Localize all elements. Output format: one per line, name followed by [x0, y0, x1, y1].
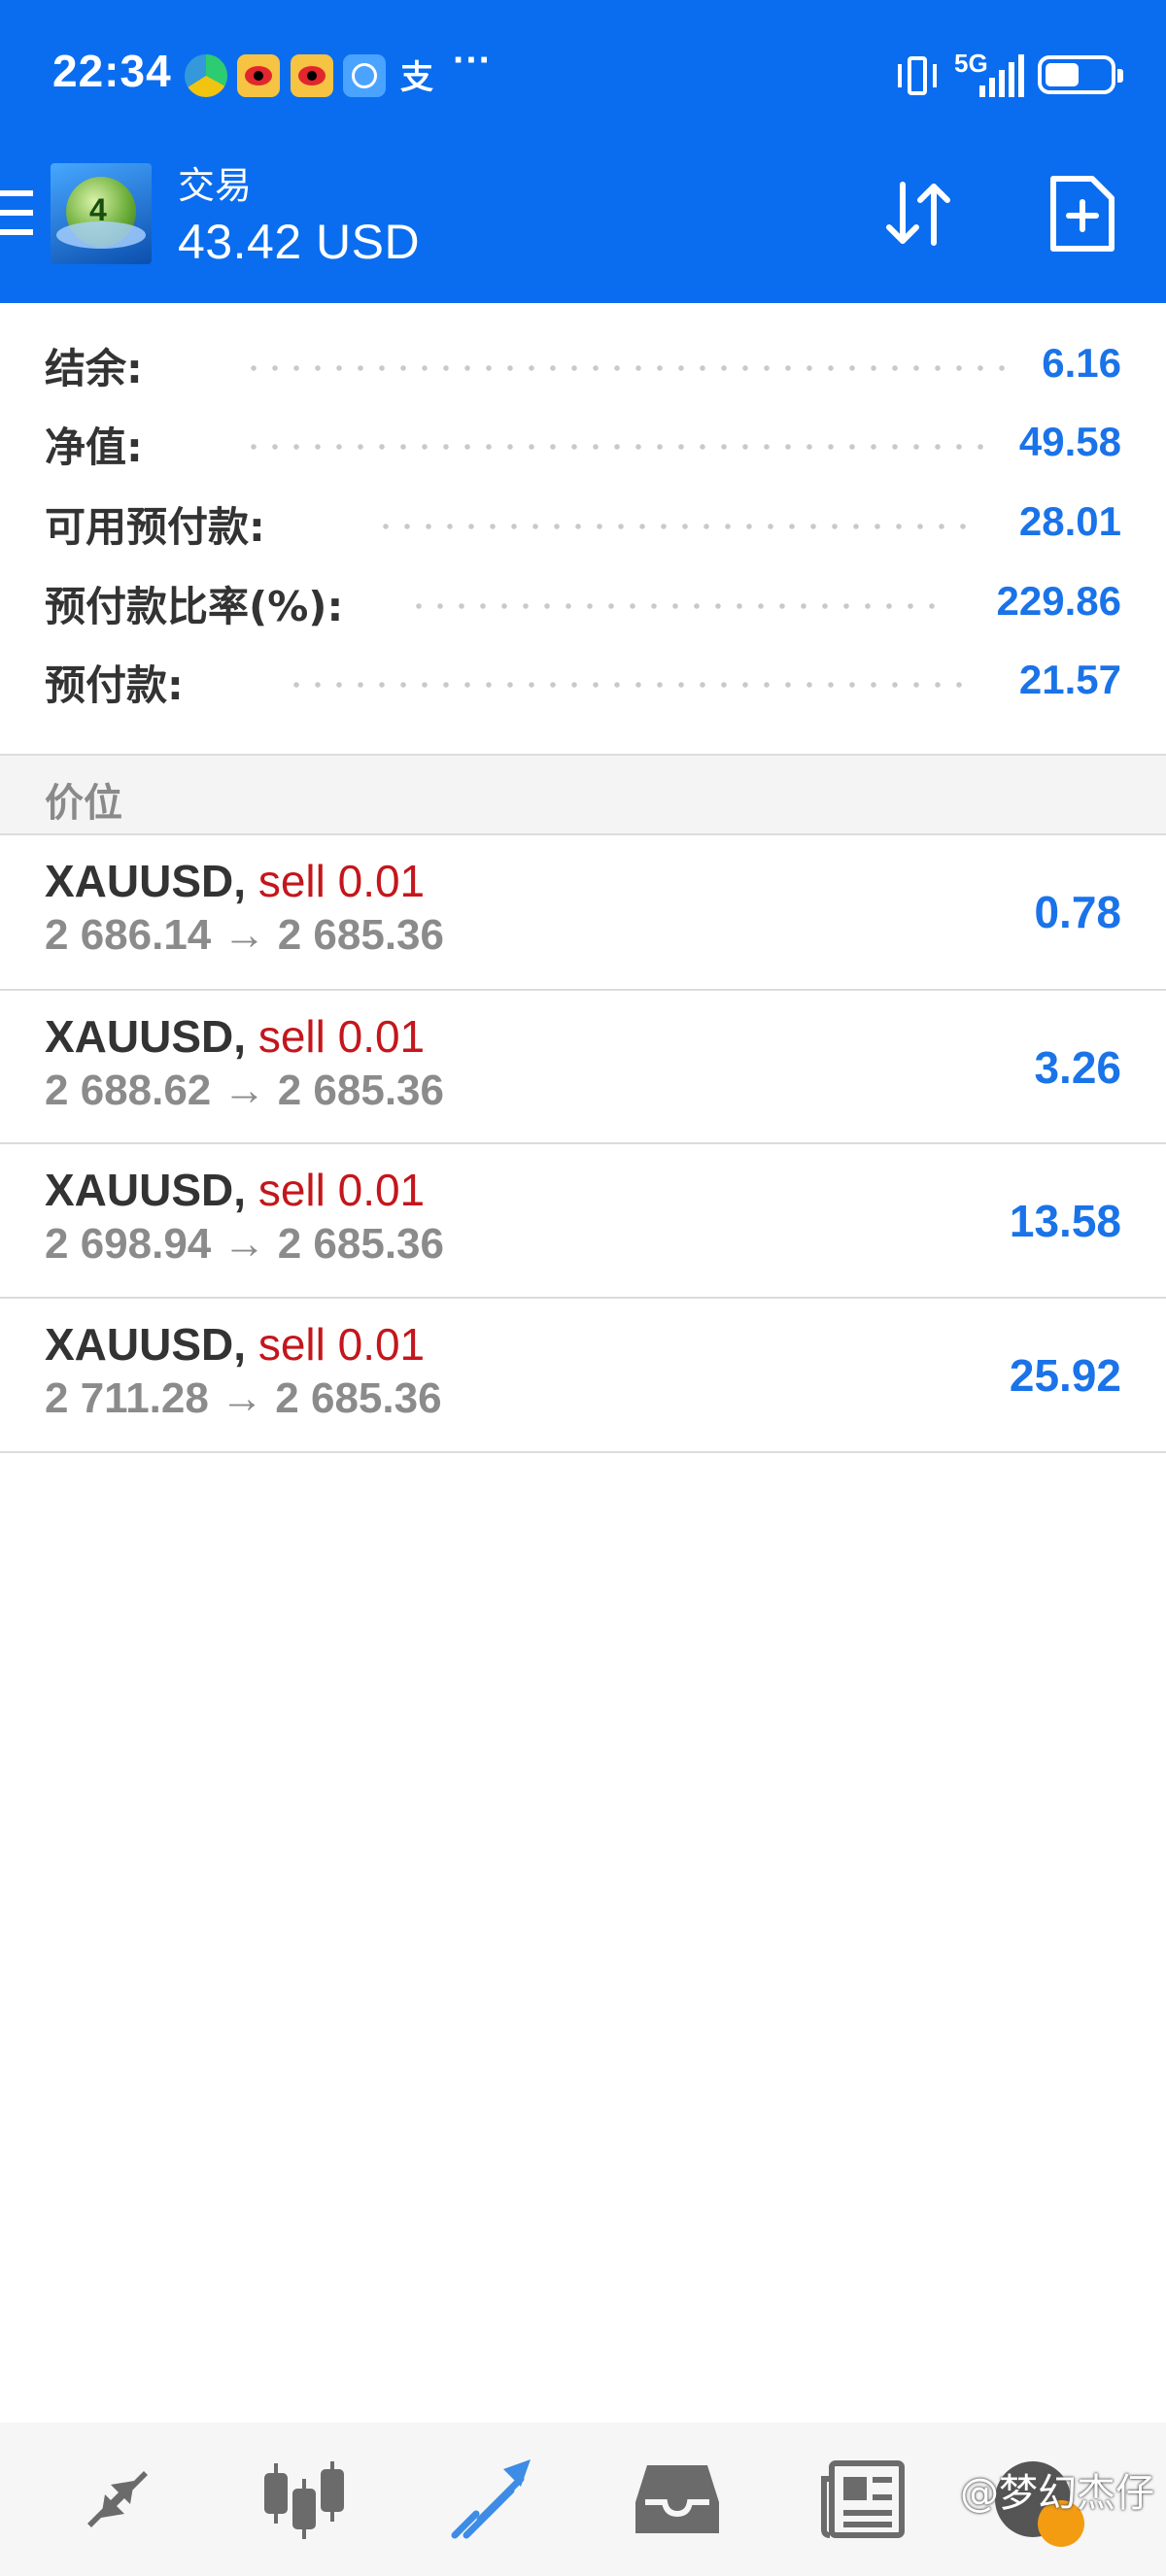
summary-label: 净值:: [45, 424, 143, 471]
leader-dots: [286, 682, 977, 688]
news-icon[interactable]: [820, 2456, 908, 2543]
summary-label: 预付款:: [45, 661, 184, 709]
summary-value: 49.58: [1018, 419, 1121, 464]
new-order-icon[interactable]: [1047, 173, 1117, 254]
summary-value: 229.86: [996, 578, 1121, 624]
summary-row-balance: 结余: 6.16: [0, 324, 1166, 402]
position-symbol: XAUUSD,: [45, 1165, 247, 1215]
app-notification-icon: [185, 54, 227, 97]
position-symbol: XAUUSD,: [45, 1319, 247, 1370]
position-row[interactable]: XAUUSD, sell 0.01 2 688.62 → 2 685.36 3.…: [0, 991, 1166, 1144]
summary-value: 21.57: [1018, 657, 1121, 702]
position-side: sell 0.01: [257, 1011, 426, 1062]
sort-icon[interactable]: [879, 175, 957, 253]
summary-label: 可用预付款:: [45, 503, 265, 551]
divider: [0, 1451, 1166, 1453]
more-notifications-icon: ···: [453, 39, 492, 82]
trade-icon[interactable]: [447, 2456, 534, 2543]
summary-value: 6.16: [1042, 340, 1121, 386]
weibo-icon: [291, 54, 333, 97]
summary-row-margin: 预付款: 21.57: [0, 641, 1166, 719]
position-side: sell 0.01: [257, 856, 426, 906]
alipay-icon: 支: [400, 59, 433, 96]
chart-icon[interactable]: [260, 2456, 348, 2543]
position-prices: 2 686.14 → 2 685.36: [45, 911, 444, 959]
positions-header-label: 价位: [45, 781, 122, 826]
position-prices: 2 698.94 → 2 685.36: [45, 1220, 444, 1268]
battery-icon: [1038, 55, 1123, 94]
vibrate-icon: [898, 54, 937, 97]
history-icon[interactable]: [634, 2456, 721, 2543]
summary-row-equity: 净值: 49.58: [0, 403, 1166, 481]
status-bar: 22:34 支 ··· 5G: [0, 0, 1166, 146]
status-time: 22:34: [52, 46, 172, 96]
account-profit: 43.42 USD: [178, 215, 421, 269]
position-prices: 2 688.62 → 2 685.36: [45, 1067, 444, 1114]
summary-value: 28.01: [1018, 498, 1121, 544]
position-row[interactable]: XAUUSD, sell 0.01 2 711.28 → 2 685.36 25…: [0, 1299, 1166, 1452]
quotes-icon[interactable]: [74, 2456, 161, 2543]
position-symbol-line: XAUUSD, sell 0.01: [45, 855, 425, 907]
page-title: 交易: [178, 166, 253, 207]
metatrader-logo: 4: [51, 163, 152, 264]
summary-row-free-margin: 可用预付款: 28.01: [0, 483, 1166, 560]
summary-row-margin-level: 预付款比率(%): 229.86: [0, 562, 1166, 640]
positions-header: 价位: [0, 756, 1166, 835]
position-profit: 13.58: [1009, 1196, 1121, 1246]
position-row[interactable]: XAUUSD, sell 0.01 2 698.94 → 2 685.36 13…: [0, 1144, 1166, 1298]
summary-label: 结余:: [45, 345, 143, 392]
bottom-nav: @梦幻杰仔: [0, 2423, 1166, 2576]
position-profit: 0.78: [1034, 887, 1121, 937]
leader-dots: [243, 365, 1009, 371]
position-symbol-line: XAUUSD, sell 0.01: [45, 1010, 425, 1063]
leader-dots: [408, 603, 946, 609]
signal-icon: [977, 54, 1024, 97]
browser-icon: [343, 54, 386, 97]
weibo-icon: [237, 54, 280, 97]
leader-dots: [375, 524, 970, 529]
position-profit: 25.92: [1009, 1350, 1121, 1401]
position-symbol: XAUUSD,: [45, 856, 247, 906]
position-symbol-line: XAUUSD, sell 0.01: [45, 1164, 425, 1216]
position-symbol-line: XAUUSD, sell 0.01: [45, 1318, 425, 1371]
leader-dots: [243, 444, 991, 450]
position-row[interactable]: XAUUSD, sell 0.01 2 686.14 → 2 685.36 0.…: [0, 835, 1166, 989]
watermark: @梦幻杰仔: [960, 2471, 1154, 2516]
position-symbol: XAUUSD,: [45, 1011, 247, 1062]
position-side: sell 0.01: [257, 1319, 426, 1370]
position-prices: 2 711.28 → 2 685.36: [45, 1374, 442, 1422]
summary-label: 预付款比率(%):: [45, 583, 344, 630]
position-side: sell 0.01: [257, 1165, 426, 1215]
position-profit: 3.26: [1034, 1042, 1121, 1093]
top-bar: 22:34 支 ··· 5G 4 交易 43.42 USD: [0, 0, 1166, 303]
menu-icon[interactable]: [0, 190, 33, 237]
